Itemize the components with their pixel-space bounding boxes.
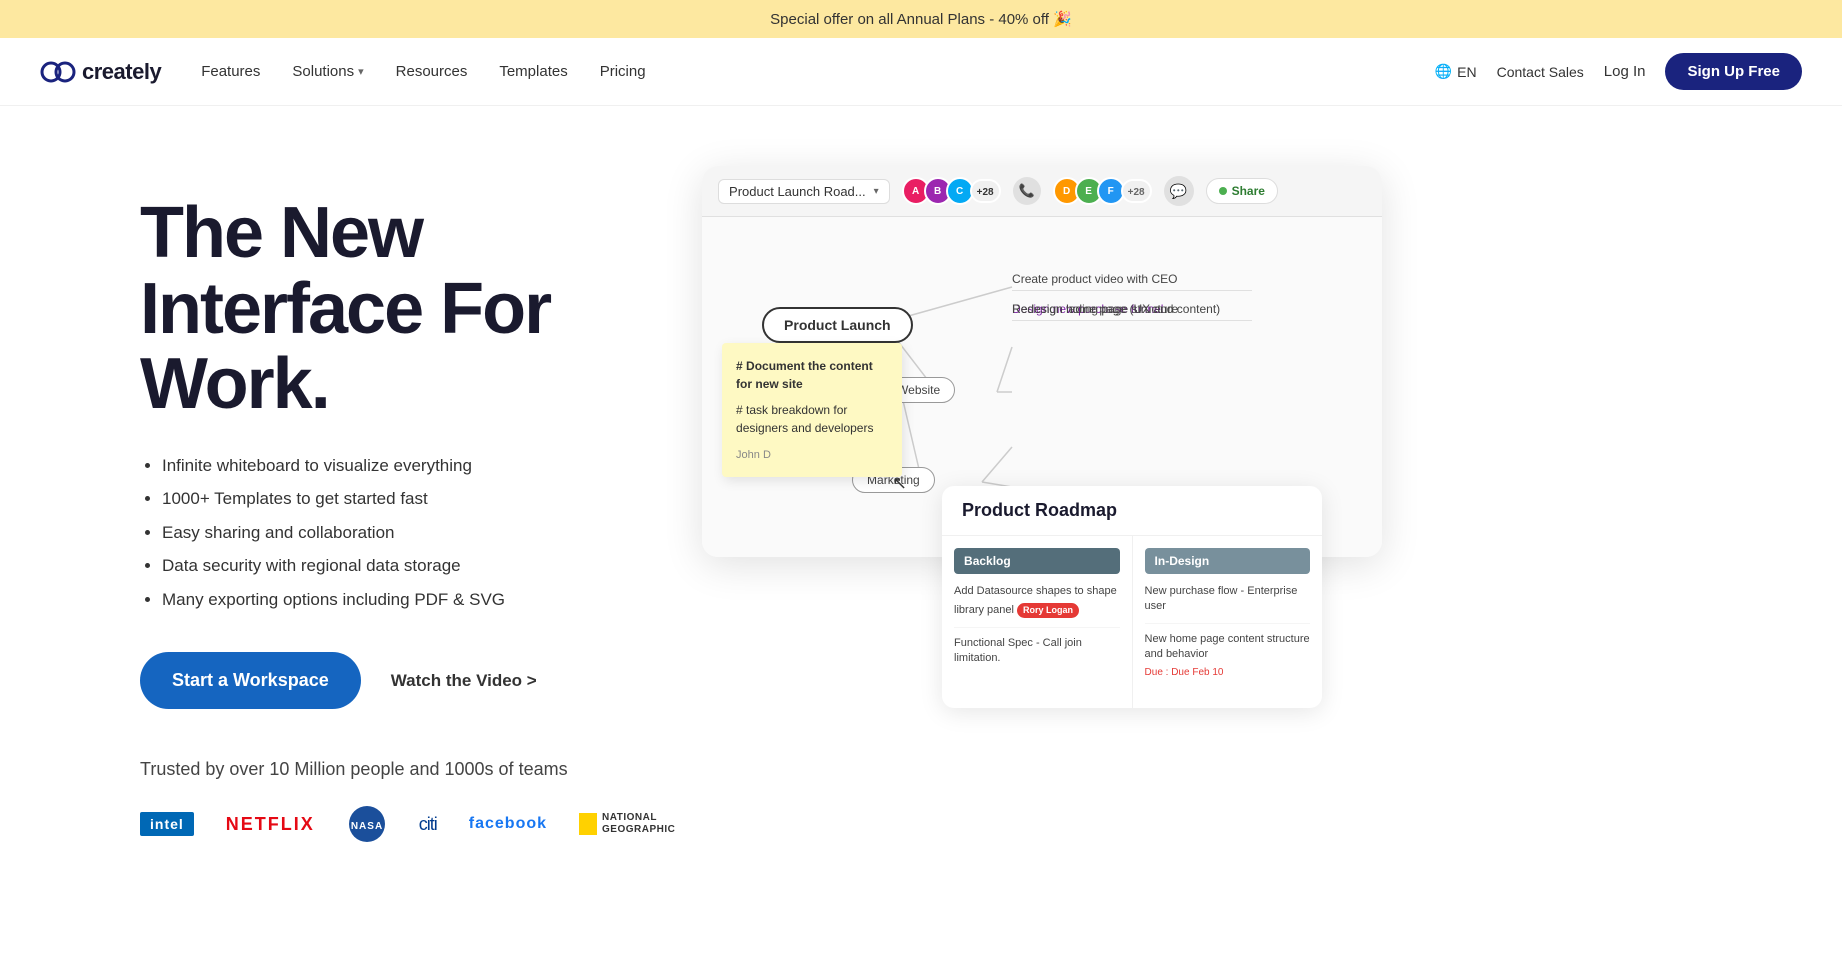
contact-sales-link[interactable]: Contact Sales bbox=[1497, 64, 1584, 80]
roadmap-card: David Booth Product Roadmap Backlog Add … bbox=[942, 486, 1322, 708]
hero-left: The New Interface For Work. Infinite whi… bbox=[140, 166, 662, 844]
chat-icon[interactable]: 💬 bbox=[1164, 176, 1194, 206]
watch-video-link[interactable]: Watch the Video > bbox=[391, 671, 537, 691]
login-button[interactable]: Log In bbox=[1604, 63, 1646, 80]
cursor: ↖ bbox=[892, 473, 908, 489]
doc-title[interactable]: Product Launch Road... ▾ bbox=[718, 179, 890, 204]
nav-templates[interactable]: Templates bbox=[499, 63, 567, 80]
due-date: Due : Due Feb 10 bbox=[1145, 666, 1311, 680]
main-nav: creately Features Solutions ▾ Resources … bbox=[0, 38, 1842, 106]
sticky-note: # Document the content for new site # ta… bbox=[722, 343, 902, 478]
nav-right: 🌐 EN Contact Sales Log In Sign Up Free bbox=[1435, 53, 1802, 90]
top-banner: Special offer on all Annual Plans - 40% … bbox=[0, 0, 1842, 38]
backlog-header: Backlog bbox=[954, 548, 1120, 574]
intel-logo: intel bbox=[140, 812, 194, 836]
nasa-logo: NASA bbox=[347, 804, 387, 844]
sticky-line1: # Document the content for new site bbox=[736, 357, 888, 393]
phone-icon[interactable]: 📞 bbox=[1013, 177, 1041, 205]
nav-links: Features Solutions ▾ Resources Templates… bbox=[201, 63, 1435, 80]
hero-cta: Start a Workspace Watch the Video > bbox=[140, 652, 662, 709]
in-design-header: In-Design bbox=[1145, 548, 1311, 574]
banner-text: Special offer on all Annual Plans - 40% … bbox=[770, 11, 1072, 28]
hero-section: The New Interface For Work. Infinite whi… bbox=[0, 106, 1842, 884]
signup-button[interactable]: Sign Up Free bbox=[1665, 53, 1802, 90]
roadmap-header: Product Roadmap bbox=[942, 486, 1322, 536]
avatar-group: A B C +28 bbox=[902, 177, 1001, 205]
start-workspace-button[interactable]: Start a Workspace bbox=[140, 652, 361, 709]
share-button[interactable]: Share bbox=[1206, 178, 1278, 204]
bullet-item: Many exporting options including PDF & S… bbox=[162, 587, 662, 613]
avatar-group-2: D E F +28 bbox=[1053, 177, 1152, 205]
logo-text: creately bbox=[82, 59, 161, 85]
bullet-item: Easy sharing and collaboration bbox=[162, 520, 662, 546]
task-item: Redesign home page (UX and content) bbox=[1012, 302, 1252, 321]
sticky-author: John D bbox=[736, 447, 888, 464]
facebook-logo: facebook bbox=[469, 815, 547, 833]
product-card-header: Product Launch Road... ▾ A B C +28 📞 D E… bbox=[702, 166, 1382, 217]
nav-features[interactable]: Features bbox=[201, 63, 260, 80]
citi-logo: citi bbox=[419, 814, 437, 835]
roadmap-task: New purchase flow - Enterprise user bbox=[1145, 584, 1311, 624]
share-dot bbox=[1219, 187, 1227, 195]
logo-link[interactable]: creately bbox=[40, 59, 161, 85]
center-node: Product Launch bbox=[762, 307, 913, 343]
globe-icon: 🌐 bbox=[1435, 63, 1452, 80]
netflix-logo: NETFLIX bbox=[226, 814, 315, 835]
avatar-count: +28 bbox=[970, 179, 1001, 203]
bullet-item: Data security with regional data storage bbox=[162, 553, 662, 579]
roadmap-task: New home page content structure and beha… bbox=[1145, 632, 1311, 688]
trusted-text: Trusted by over 10 Million people and 10… bbox=[140, 759, 662, 780]
task-badge: Rory Logan bbox=[1017, 603, 1079, 618]
sticky-line2: # task breakdown for designers and devel… bbox=[736, 401, 888, 437]
hero-title: The New Interface For Work. bbox=[140, 196, 662, 423]
bullet-item: Infinite whiteboard to visualize everyth… bbox=[162, 453, 662, 479]
roadmap-columns: Backlog Add Datasource shapes to shape l… bbox=[942, 536, 1322, 708]
nav-pricing[interactable]: Pricing bbox=[600, 63, 646, 80]
task-item: Create product video with CEO bbox=[1012, 272, 1252, 291]
roadmap-task: Add Datasource shapes to shape library p… bbox=[954, 584, 1120, 628]
natgeo-logo: NATIONAL GEOGRAPHIC bbox=[579, 812, 662, 836]
backlog-column: Backlog Add Datasource shapes to shape l… bbox=[942, 536, 1133, 708]
in-design-column: In-Design New purchase flow - Enterprise… bbox=[1133, 536, 1323, 708]
language-selector[interactable]: 🌐 EN bbox=[1435, 63, 1477, 80]
svg-text:NASA: NASA bbox=[351, 821, 383, 832]
nav-resources[interactable]: Resources bbox=[396, 63, 468, 80]
nav-solutions[interactable]: Solutions ▾ bbox=[292, 63, 363, 80]
avatar-overflow: +28 bbox=[1121, 179, 1152, 203]
brand-logos: intel NETFLIX NASA citi facebook NATIONA… bbox=[140, 804, 662, 844]
hero-bullets-list: Infinite whiteboard to visualize everyth… bbox=[140, 453, 662, 613]
bullet-item: 1000+ Templates to get started fast bbox=[162, 486, 662, 512]
roadmap-task: Functional Spec - Call join limitation. bbox=[954, 636, 1120, 675]
hero-right: Product Launch Road... ▾ A B C +28 📞 D E… bbox=[702, 166, 1742, 786]
chevron-down-icon: ▾ bbox=[358, 65, 364, 78]
dropdown-arrow-icon: ▾ bbox=[874, 186, 879, 197]
